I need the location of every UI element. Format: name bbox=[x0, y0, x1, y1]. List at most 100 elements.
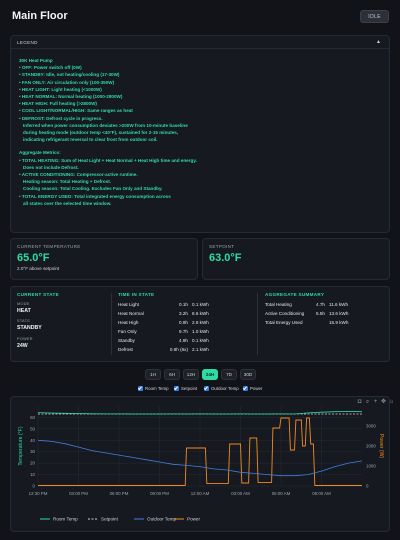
toggle-label: Room Temp bbox=[145, 386, 169, 391]
range-button-7d[interactable]: 7D bbox=[221, 369, 237, 380]
state-panel: CURRENT STATE MODE HEAT STATE STANDBY PO… bbox=[10, 286, 390, 362]
zoom-icon[interactable]: ⌕ bbox=[364, 399, 371, 406]
legend-line: • FAN ONLY: Air circulation only (100-35… bbox=[19, 79, 115, 85]
toggle-label: Outdoor Temp bbox=[211, 386, 239, 391]
legend-line: • TOTAL ENERGY USED: Total integrated en… bbox=[19, 193, 171, 199]
state-energy: 8.6 kWh bbox=[192, 311, 209, 316]
legend-line: 30K Heat Pump bbox=[19, 58, 53, 63]
range-button-12h[interactable]: 12H bbox=[183, 369, 199, 380]
range-button-1h[interactable]: 1H bbox=[145, 369, 161, 380]
legend-line: • COOL LIGHT/NORMAL/HIGH: Same ranges as… bbox=[19, 108, 133, 114]
power-value: 24W bbox=[17, 343, 28, 349]
mode-label: MODE bbox=[17, 302, 30, 306]
setpoint-card: SETPOINT 63.0°F bbox=[202, 238, 390, 280]
legend-title: LEGEND bbox=[17, 40, 38, 45]
state-name: Heat Normal bbox=[118, 311, 144, 316]
range-selector: 1H 6H 12H 24H 7D 30D bbox=[0, 369, 400, 381]
camera-icon[interactable]: ◘ bbox=[356, 399, 363, 406]
current-temperature-value: 65.0°F bbox=[17, 252, 50, 264]
divider bbox=[257, 293, 258, 355]
current-state-title: CURRENT STATE bbox=[17, 292, 60, 297]
legend-line: • STANDBY: Idle, not heating/cooling (17… bbox=[19, 72, 120, 78]
table-row: Standby 4.9h 0.1 kWh bbox=[118, 338, 253, 344]
legend-line: during heating mode (outdoor temp <40°F)… bbox=[23, 130, 179, 136]
home-icon[interactable]: ⌂ bbox=[388, 399, 395, 406]
aggregate-summary-title: AGGREGATE SUMMARY bbox=[265, 292, 325, 297]
aggregate-energy: 15.9 kWh bbox=[329, 320, 349, 325]
aggregate-time: 5.5h bbox=[316, 311, 325, 316]
current-temperature-label: CURRENT TEMPERATURE bbox=[17, 244, 81, 249]
toggle-label: Setpoint bbox=[181, 386, 198, 391]
aggregate-label: Active Conditioning bbox=[265, 311, 305, 316]
state-time: 3.2h bbox=[179, 311, 188, 316]
state-name: Defrost bbox=[118, 347, 133, 352]
table-row: Heat High 0.9h 2.9 kWh bbox=[118, 320, 253, 326]
setpoint-label: SETPOINT bbox=[209, 244, 235, 249]
checkbox-icon[interactable] bbox=[138, 386, 143, 391]
header: Main Floor IDLE bbox=[0, 0, 400, 34]
chevron-up-icon[interactable]: ▲ bbox=[376, 39, 381, 45]
toggle-room-temp[interactable]: Room Temp bbox=[138, 385, 169, 393]
state-time: 9.7h bbox=[179, 329, 188, 334]
legend-body: 30K Heat Pump • OFF: Power switch off (0… bbox=[19, 57, 379, 207]
legend-line: Heating season: Total Heating + Defrost. bbox=[23, 179, 112, 185]
toggle-outdoor-temp[interactable]: Outdoor Temp bbox=[204, 385, 239, 393]
range-button-6h[interactable]: 6H bbox=[164, 369, 180, 380]
current-temperature-card: CURRENT TEMPERATURE 65.0°F 2.0°F above s… bbox=[10, 238, 198, 280]
legend-line: • HEAT HIGH: Full heating (>2800W) bbox=[19, 101, 97, 107]
checkbox-icon[interactable] bbox=[204, 386, 209, 391]
time-in-state-title: TIME IN STATE bbox=[118, 292, 155, 297]
checkbox-icon[interactable] bbox=[174, 386, 179, 391]
aggregate-time: 4.7h bbox=[316, 302, 325, 307]
state-name: Heat High bbox=[118, 320, 139, 325]
range-button-24h[interactable]: 24H bbox=[202, 369, 218, 380]
legend-line: • TOTAL HEATING: Sum of Heat Light + Hea… bbox=[19, 157, 197, 163]
legend-line: • HEAT NORMAL: Normal heating (1000-2800… bbox=[19, 94, 123, 100]
legend-line: Does not include Defrost. bbox=[23, 164, 79, 170]
table-row: Defrost 0.8h (6x) 2.1 kWh bbox=[118, 347, 253, 353]
table-row: Heat Normal 3.2h 8.6 kWh bbox=[118, 311, 253, 317]
range-button-30d[interactable]: 30D bbox=[240, 369, 256, 380]
table-row: Total Heating 4.7h 11.6 kWh bbox=[265, 302, 385, 308]
state-name: Standby bbox=[118, 338, 135, 343]
state-name: Heat Light bbox=[118, 302, 139, 307]
legend-line: indicating refrigerant reversal to clear… bbox=[23, 137, 158, 143]
aggregate-energy: 11.6 kWh bbox=[329, 302, 349, 307]
chart-panel bbox=[10, 396, 390, 532]
divider bbox=[111, 293, 112, 355]
legend-header[interactable]: LEGEND ▲ bbox=[11, 36, 389, 49]
legend-panel: LEGEND ▲ 30K Heat Pump • OFF: Power swit… bbox=[10, 35, 390, 233]
setpoint-value: 63.0°F bbox=[209, 252, 242, 264]
table-row: Fan Only 9.7h 1.0 kWh bbox=[118, 329, 253, 335]
legend-line: Aggregate Metrics: bbox=[19, 150, 61, 156]
table-row: Total Energy Used 15.9 kWh bbox=[265, 320, 385, 326]
toggle-setpoint[interactable]: Setpoint bbox=[174, 385, 197, 393]
state-time: 0.1h bbox=[179, 302, 188, 307]
legend-line: • HEAT LIGHT: Light heating (<1000W) bbox=[19, 86, 102, 92]
plus-icon[interactable]: + bbox=[372, 399, 379, 406]
pan-icon[interactable]: ✥ bbox=[380, 399, 387, 406]
state-time: 0.8h (6x) bbox=[169, 347, 188, 352]
mode-value: HEAT bbox=[17, 308, 31, 314]
table-row: Heat Light 0.1h 0.1 kWh bbox=[118, 302, 253, 308]
state-energy: 1.0 kWh bbox=[192, 329, 209, 334]
state-energy: 0.1 kWh bbox=[192, 338, 209, 343]
legend-line: • ACTIVE CONDITIONING: Compressor-active… bbox=[19, 172, 138, 178]
state-time: 0.9h bbox=[179, 320, 188, 325]
temperature-delta: 2.0°F above setpoint bbox=[17, 266, 60, 271]
state-energy: 0.1 kWh bbox=[192, 302, 209, 307]
page-title: Main Floor bbox=[12, 10, 68, 22]
legend-line: • DEFROST: Defrost cycle in progress. bbox=[19, 115, 103, 121]
toggle-power[interactable]: Power bbox=[243, 385, 262, 393]
checkbox-icon[interactable] bbox=[243, 386, 248, 391]
power-label: POWER bbox=[17, 337, 33, 341]
table-row: Active Conditioning 5.5h 13.6 kWh bbox=[265, 311, 385, 317]
state-energy: 2.1 kWh bbox=[192, 347, 209, 352]
toggle-label: Power bbox=[250, 386, 263, 391]
state-time: 4.9h bbox=[179, 338, 188, 343]
legend-line: all states over the selected time window… bbox=[23, 200, 112, 206]
aggregate-label: Total Energy Used bbox=[265, 320, 303, 325]
state-value: STANDBY bbox=[17, 325, 42, 331]
legend-line: Inferred when power consumption deviates… bbox=[23, 122, 188, 128]
series-toggles: Room Temp Setpoint Outdoor Temp Power bbox=[0, 385, 400, 393]
